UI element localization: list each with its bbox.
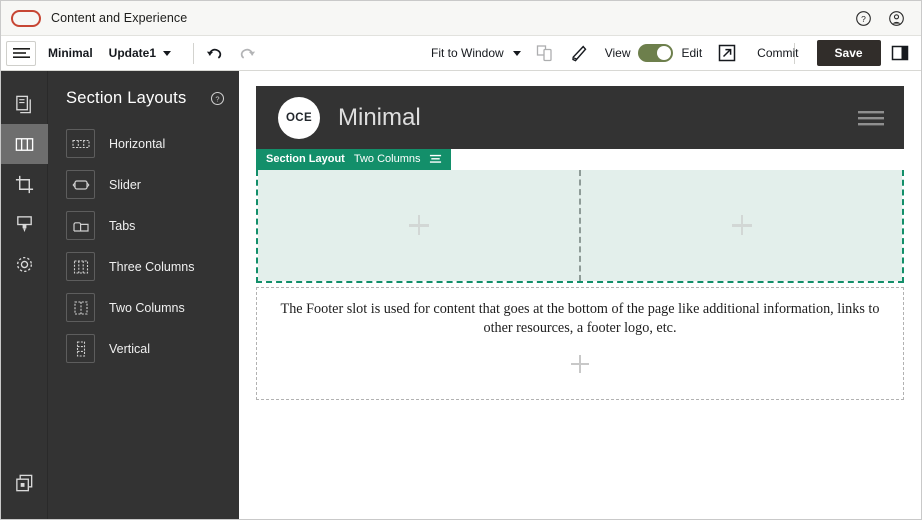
- column-slot-left[interactable]: [258, 169, 581, 281]
- user-account-icon[interactable]: [888, 10, 905, 27]
- view-edit-toggle[interactable]: [638, 44, 674, 62]
- theme-icon: [16, 215, 32, 232]
- column-slot-right[interactable]: [581, 169, 902, 281]
- rail-item-theme[interactable]: [1, 204, 48, 244]
- rail-item-components[interactable]: [1, 463, 48, 503]
- view-mode-label: View: [604, 46, 631, 60]
- undo-arrow-icon[interactable]: [204, 43, 225, 64]
- layout-item-label: Two Columns: [109, 300, 185, 315]
- rail-item-pages[interactable]: [1, 84, 48, 124]
- site-name-label: Minimal: [48, 46, 93, 60]
- toolbar-center-group: Fit to Window View Edit Commit Save: [431, 40, 881, 66]
- layout-item-slider[interactable]: Slider: [48, 164, 239, 205]
- layout-item-label: Tabs: [109, 218, 136, 233]
- section-layouts-panel: Section Layouts ? Horizontal Slider Tabs…: [48, 71, 239, 519]
- help-circle-icon[interactable]: ?: [210, 91, 225, 106]
- product-title: Content and Experience: [51, 11, 188, 25]
- save-button[interactable]: Save: [816, 40, 881, 66]
- layout-item-label: Slider: [109, 177, 141, 192]
- layout-item-label: Horizontal: [109, 136, 166, 151]
- brand-bar-actions: ?: [855, 10, 911, 27]
- toggle-knob: [657, 46, 672, 60]
- layout-item-two-columns[interactable]: Two Columns: [48, 287, 239, 328]
- layout-horizontal-icon: [66, 129, 95, 158]
- layout-three-columns-icon: [66, 252, 95, 281]
- section-layouts-icon: [15, 137, 33, 151]
- badge-type-label: Section Layout: [266, 153, 345, 165]
- brand-bar: Content and Experience ?: [1, 1, 921, 36]
- rail-item-settings[interactable]: [1, 244, 48, 284]
- toolbar-menu-button[interactable]: [6, 40, 36, 66]
- paintbrush-style-icon[interactable]: [569, 43, 589, 63]
- panel-title: Section Layouts: [66, 89, 187, 107]
- section-menu-icon[interactable]: [429, 153, 442, 166]
- commit-button[interactable]: Commit: [757, 46, 798, 60]
- footer-slot[interactable]: The Footer slot is used for content that…: [256, 286, 904, 400]
- site-title: Minimal: [338, 103, 421, 131]
- site-canvas: OCE Minimal Section Layout Two Columns T…: [239, 71, 921, 519]
- panel-header: Section Layouts ?: [48, 71, 239, 108]
- left-icon-rail: [0, 71, 48, 519]
- site-header: OCE Minimal: [256, 86, 904, 149]
- badge-layout-name: Two Columns: [353, 153, 421, 165]
- settings-gear-icon: [16, 256, 32, 272]
- plus-icon[interactable]: [408, 215, 429, 235]
- editor-toolbar: Minimal Update1 Fit to Window View Edit …: [1, 36, 921, 71]
- components-icon: [15, 474, 32, 491]
- two-columns-section: [256, 169, 904, 283]
- layout-item-label: Three Columns: [109, 259, 195, 274]
- oracle-logo: [11, 9, 41, 27]
- editor-body: Section Layouts ? Horizontal Slider Tabs…: [0, 71, 921, 519]
- pages-icon: [15, 95, 31, 113]
- layout-slider-icon: [66, 170, 95, 199]
- application-window: Content and Experience ? Minimal Update1: [0, 0, 922, 520]
- zoom-level-label: Fit to Window: [431, 46, 504, 60]
- svg-text:?: ?: [215, 95, 219, 104]
- layout-list: Horizontal Slider Tabs Three Columns Two…: [48, 123, 239, 369]
- help-circle-icon[interactable]: ?: [855, 10, 872, 27]
- layout-item-three-columns[interactable]: Three Columns: [48, 246, 239, 287]
- layout-vertical-icon: [66, 334, 95, 363]
- crop-icon: [15, 175, 33, 193]
- update-selector[interactable]: Update1: [108, 46, 172, 60]
- site-logo[interactable]: OCE: [278, 96, 320, 139]
- rail-item-section-layouts[interactable]: [0, 124, 48, 164]
- redo-arrow-icon[interactable]: [237, 43, 258, 64]
- side-panel-icon[interactable]: [890, 43, 910, 63]
- site-preview: OCE Minimal Section Layout Two Columns T…: [256, 86, 904, 400]
- zoom-selector[interactable]: Fit to Window: [431, 46, 521, 60]
- view-edit-toggle-group: View Edit: [605, 44, 702, 62]
- update-name-label: Update1: [108, 46, 157, 60]
- layout-item-label: Vertical: [109, 341, 150, 356]
- chevron-down-icon: [163, 50, 172, 56]
- rail-item-crop[interactable]: [1, 164, 48, 204]
- toolbar-divider: [193, 42, 195, 64]
- open-external-icon[interactable]: [717, 43, 737, 63]
- svg-text:?: ?: [861, 13, 866, 23]
- device-preview-icon[interactable]: [535, 43, 555, 63]
- plus-icon[interactable]: [731, 215, 752, 235]
- layout-item-tabs[interactable]: Tabs: [48, 205, 239, 246]
- edit-mode-label: Edit: [681, 46, 703, 60]
- hamburger-menu-icon: [12, 48, 30, 58]
- site-hamburger-icon[interactable]: [858, 108, 884, 128]
- plus-icon[interactable]: [571, 354, 589, 373]
- footer-slot-text: The Footer slot is used for content that…: [280, 300, 880, 337]
- layout-two-columns-icon: [66, 293, 95, 322]
- layout-tabs-icon: [66, 211, 95, 240]
- layout-item-vertical[interactable]: Vertical: [48, 328, 239, 369]
- layout-item-horizontal[interactable]: Horizontal: [48, 123, 239, 164]
- section-layout-badge[interactable]: Section Layout Two Columns: [256, 148, 452, 170]
- chevron-down-icon: [512, 50, 521, 56]
